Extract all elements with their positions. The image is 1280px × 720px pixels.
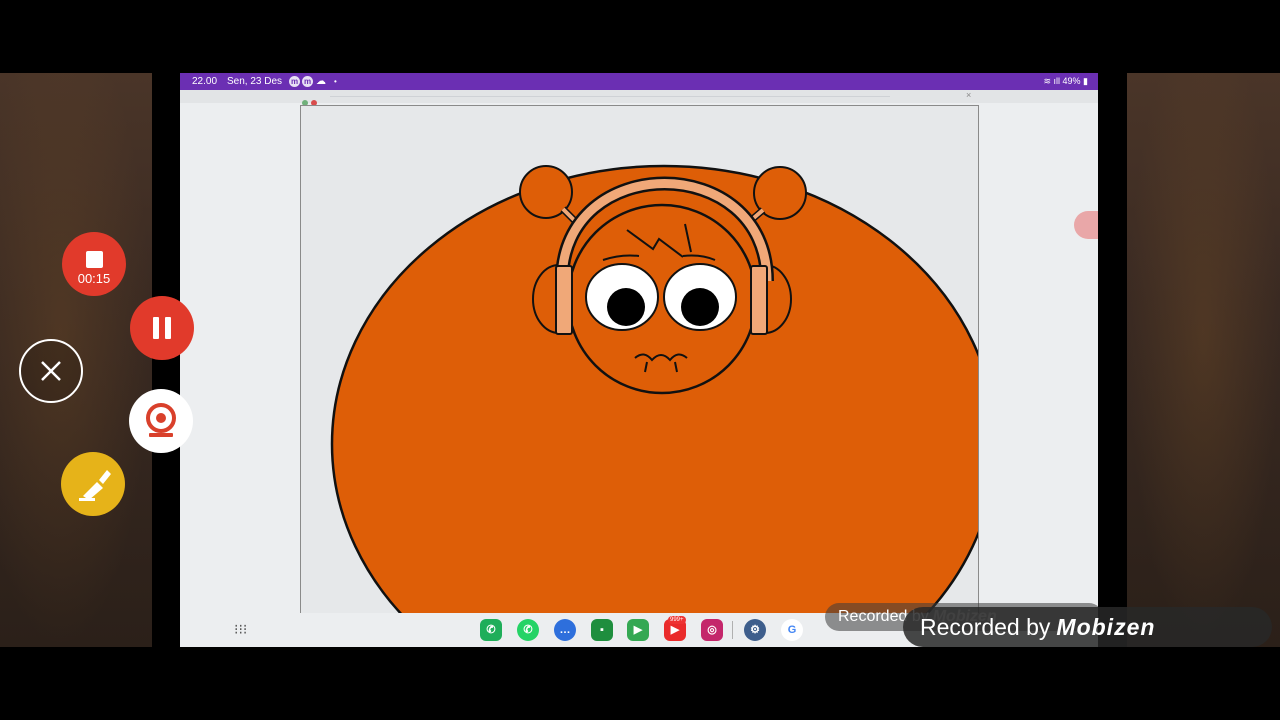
apps-grid-icon[interactable]: ⁝⁝⁝: [234, 621, 247, 638]
instagram-icon[interactable]: ◎: [701, 619, 723, 641]
dock-divider: [732, 621, 733, 639]
tablet-screen: 22.00 Sen, 23 Des m m ☁ • ≋ ıll 49% ▮ ×: [180, 73, 1098, 647]
battery-level: ≋ ıll 49% ▮: [1043, 76, 1088, 86]
cloud-icon: ☁: [316, 76, 326, 87]
headphone-pad-left: [555, 265, 573, 335]
messages-icon[interactable]: …: [554, 619, 576, 641]
character-pupil-right: [681, 288, 719, 326]
pause-recording-button[interactable]: [130, 296, 194, 360]
headphone-pad-right: [750, 265, 768, 335]
recording-timer: 00:15: [77, 271, 111, 286]
status-bar: 22.00 Sen, 23 Des m m ☁ • ≋ ıll 49% ▮: [180, 73, 1098, 90]
wifi-icon: ≋: [1043, 76, 1051, 86]
recorder-side-bubble[interactable]: [1074, 211, 1098, 239]
drawing-canvas[interactable]: [300, 105, 979, 614]
app-toolbar: ×: [180, 90, 1098, 106]
draw-button[interactable]: [61, 452, 125, 516]
dot-icon: •: [334, 77, 337, 86]
character-drawing: [330, 164, 978, 613]
whatsapp-icon[interactable]: ✆: [517, 619, 539, 641]
watermark: Recorded by Mobizen: [903, 607, 1272, 647]
notification-badge: 999+: [668, 616, 686, 624]
pause-icon: [153, 317, 159, 339]
status-date: Sen, 23 Des: [227, 76, 283, 87]
stop-recording-button[interactable]: 00:15: [62, 232, 126, 296]
status-time: 22.00: [192, 76, 218, 87]
notification-icon: m: [289, 76, 300, 87]
video-blur-right: [1127, 73, 1280, 647]
toolbar-divider: [330, 96, 890, 97]
signal-icon: ıll: [1053, 76, 1061, 86]
notification-icon: m: [302, 76, 313, 87]
battery-icon: ▮: [1083, 76, 1088, 86]
phone-icon[interactable]: ✆: [480, 619, 502, 641]
close-icon: [41, 361, 61, 381]
google-icon[interactable]: G: [781, 619, 803, 641]
close-recorder-button[interactable]: [19, 339, 83, 403]
stop-icon: [86, 251, 103, 268]
settings-icon[interactable]: ⚙: [744, 619, 766, 641]
close-icon[interactable]: ×: [966, 90, 971, 100]
classroom-icon[interactable]: ▪: [591, 619, 613, 641]
webcam-icon: [146, 403, 176, 437]
brush-icon: [79, 470, 111, 501]
character-pupil-left: [607, 288, 645, 326]
webcam-button[interactable]: [129, 389, 193, 453]
meet-icon[interactable]: ▶: [627, 619, 649, 641]
